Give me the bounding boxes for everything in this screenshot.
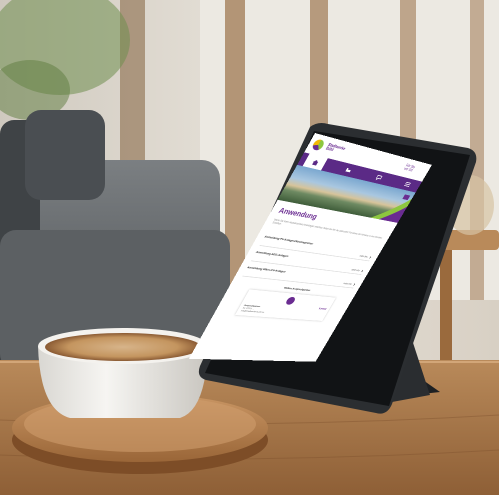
brand-slogan: Für Sie vor Ort: [402, 163, 416, 173]
water-icon: [345, 167, 352, 173]
chevron-right-icon: [360, 270, 364, 273]
avatar: [284, 296, 297, 305]
more-info-link[interactable]: mehr Info: [359, 254, 368, 258]
brand-name: Stadtwerke Bühl: [325, 142, 355, 157]
contact-details: Ansprechpartner Tel. 07223 … info@stadtw…: [240, 304, 268, 314]
chat-icon: [375, 174, 383, 181]
contact-card[interactable]: Kontakt Ansprechpartner Tel. 07223 … inf…: [235, 289, 336, 321]
contact-tag: Kontakt: [318, 307, 328, 311]
more-info-link[interactable]: mehr Info: [351, 268, 360, 272]
menu-icon: [403, 181, 411, 187]
chevron-right-icon: [352, 283, 356, 286]
brand-logo[interactable]: [310, 138, 326, 152]
chevron-right-icon: [368, 256, 372, 259]
home-icon: [311, 158, 320, 166]
photo-scene: Stadtwerke Bühl Für Sie vor Ort Anwendun…: [0, 0, 499, 495]
slogan-line-2: vor Ort: [402, 166, 414, 173]
contact-email: info@stadtwerke-buehl.de: [240, 309, 265, 314]
more-info-link[interactable]: mehr Info: [343, 282, 352, 285]
